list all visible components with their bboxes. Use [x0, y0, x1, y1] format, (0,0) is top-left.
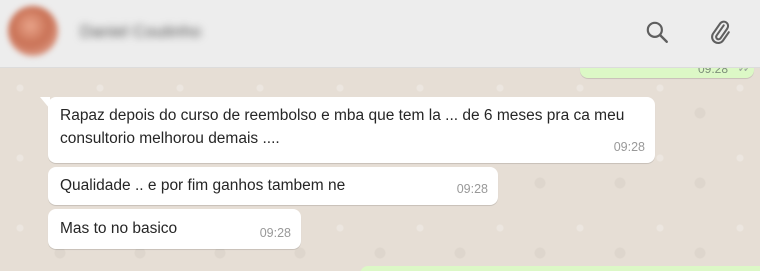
message-time: 09:28 — [259, 226, 291, 240]
outgoing-message-bubble[interactable] — [360, 266, 760, 271]
incoming-message-bubble[interactable]: Mas to no basico 09:28 — [48, 209, 301, 249]
message-text: Qualidade .. e por fim ganhos tambem ne — [60, 177, 346, 194]
incoming-message-bubble[interactable]: Qualidade .. e por fim ganhos tambem ne … — [48, 167, 498, 205]
message-time: 09:28 — [613, 140, 645, 154]
avatar[interactable] — [8, 6, 58, 56]
incoming-message-bubble[interactable]: Rapaz depois do curso de reembolso e mba… — [40, 97, 655, 163]
message-text: Mas to no basico — [60, 220, 178, 237]
paperclip-icon — [711, 20, 730, 44]
chat-header: Daniel Coutinho — [0, 0, 760, 68]
message-text: Rapaz depois do curso de reembolso e mba… — [60, 107, 625, 147]
search-icon — [646, 21, 668, 43]
attach-button[interactable] — [705, 17, 735, 47]
contact-name[interactable]: Daniel Coutinho — [80, 22, 201, 42]
search-button[interactable] — [642, 17, 672, 47]
message-time: 09:28 — [456, 182, 488, 196]
